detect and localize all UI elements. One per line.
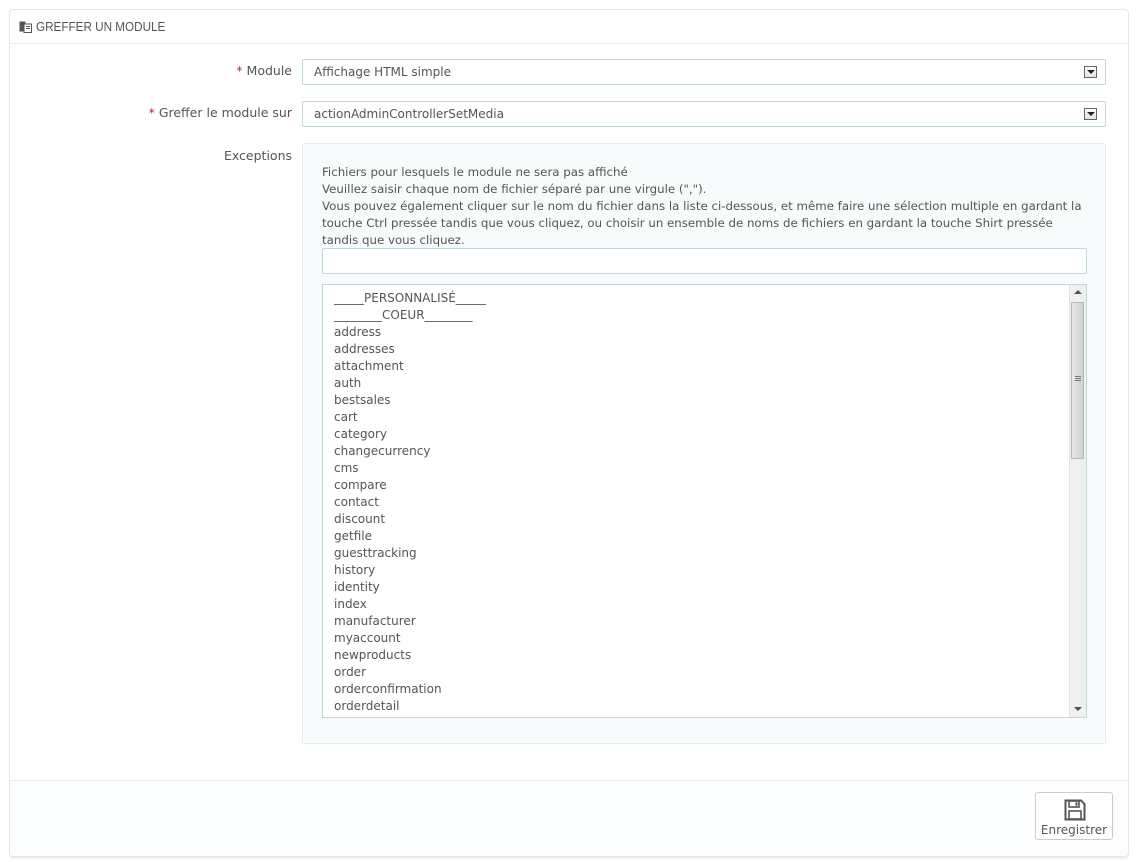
list-item[interactable]: compare (334, 477, 486, 494)
module-select[interactable]: Affichage HTML simple (302, 59, 1106, 85)
hook-select-value: actionAdminControllerSetMedia (314, 107, 504, 121)
list-item[interactable]: discount (334, 511, 486, 528)
list-item[interactable]: cart (334, 409, 486, 426)
help-line: Veuillez saisir chaque nom de fichier sé… (322, 182, 707, 196)
chevron-down-icon[interactable] (1084, 66, 1097, 78)
panel-footer: Enregistrer (10, 780, 1128, 856)
list-item[interactable]: contact (334, 494, 486, 511)
exceptions-file-list[interactable]: _____PERSONNALISÉ_____ ________COEUR_____… (322, 284, 1087, 718)
exceptions-help: Fichiers pour lesquels le module ne sera… (322, 164, 1092, 249)
module-label: * Module (236, 63, 292, 78)
list-scrollbar[interactable] (1069, 285, 1086, 717)
list-item[interactable]: orderdetail (334, 698, 486, 715)
scroll-up-icon[interactable] (1070, 285, 1086, 301)
module-hook-panel: GREFFER UN MODULE * Module Affichage HTML… (9, 9, 1129, 857)
grip-icon (1075, 376, 1081, 377)
hook-select[interactable]: actionAdminControllerSetMedia (302, 101, 1106, 127)
panel-title: GREFFER UN MODULE (36, 19, 166, 34)
required-marker: * (148, 105, 155, 120)
list-items: _____PERSONNALISÉ_____ ________COEUR_____… (334, 290, 486, 715)
list-item[interactable]: bestsales (334, 392, 486, 409)
panel-heading: GREFFER UN MODULE (10, 10, 1128, 44)
list-item[interactable]: guesttracking (334, 545, 486, 562)
list-item[interactable]: history (334, 562, 486, 579)
list-item[interactable]: auth (334, 375, 486, 392)
save-button[interactable]: Enregistrer (1035, 792, 1113, 840)
list-item[interactable]: orderconfirmation (334, 681, 486, 698)
list-item[interactable]: getfile (334, 528, 486, 545)
exceptions-label: Exceptions (223, 148, 292, 163)
list-item[interactable]: _____PERSONNALISÉ_____ (334, 290, 486, 307)
list-item[interactable]: ________COEUR________ (334, 307, 486, 324)
required-marker: * (236, 63, 243, 78)
list-item[interactable]: index (334, 596, 486, 613)
module-select-value: Affichage HTML simple (314, 65, 451, 79)
list-item[interactable]: identity (334, 579, 486, 596)
floppy-disk-icon (1064, 799, 1086, 821)
hook-label-text: Greffer le module sur (158, 105, 292, 120)
list-item[interactable]: addresses (334, 341, 486, 358)
list-item[interactable]: changecurrency (334, 443, 486, 460)
scroll-thumb[interactable] (1071, 302, 1084, 459)
chevron-down-icon[interactable] (1084, 108, 1097, 120)
scroll-down-icon[interactable] (1070, 701, 1086, 717)
help-line: Vous pouvez également cliquer sur le nom… (322, 199, 1082, 247)
list-item[interactable]: myaccount (334, 630, 486, 647)
list-item[interactable]: address (334, 324, 486, 341)
save-button-label: Enregistrer (1040, 823, 1108, 837)
exceptions-input[interactable] (322, 248, 1087, 274)
help-line: Fichiers pour lesquels le module ne sera… (322, 165, 628, 179)
exceptions-well: Fichiers pour lesquels le module ne sera… (302, 143, 1106, 744)
list-item[interactable]: newproducts (334, 647, 486, 664)
list-item[interactable]: category (334, 426, 486, 443)
list-item[interactable]: order (334, 664, 486, 681)
hook-label: * Greffer le module sur (149, 105, 292, 120)
list-item[interactable]: attachment (334, 358, 486, 375)
list-item[interactable]: cms (334, 460, 486, 477)
list-item[interactable]: manufacturer (334, 613, 486, 630)
module-label-text: Module (246, 63, 292, 78)
plug-module-icon (19, 21, 32, 33)
